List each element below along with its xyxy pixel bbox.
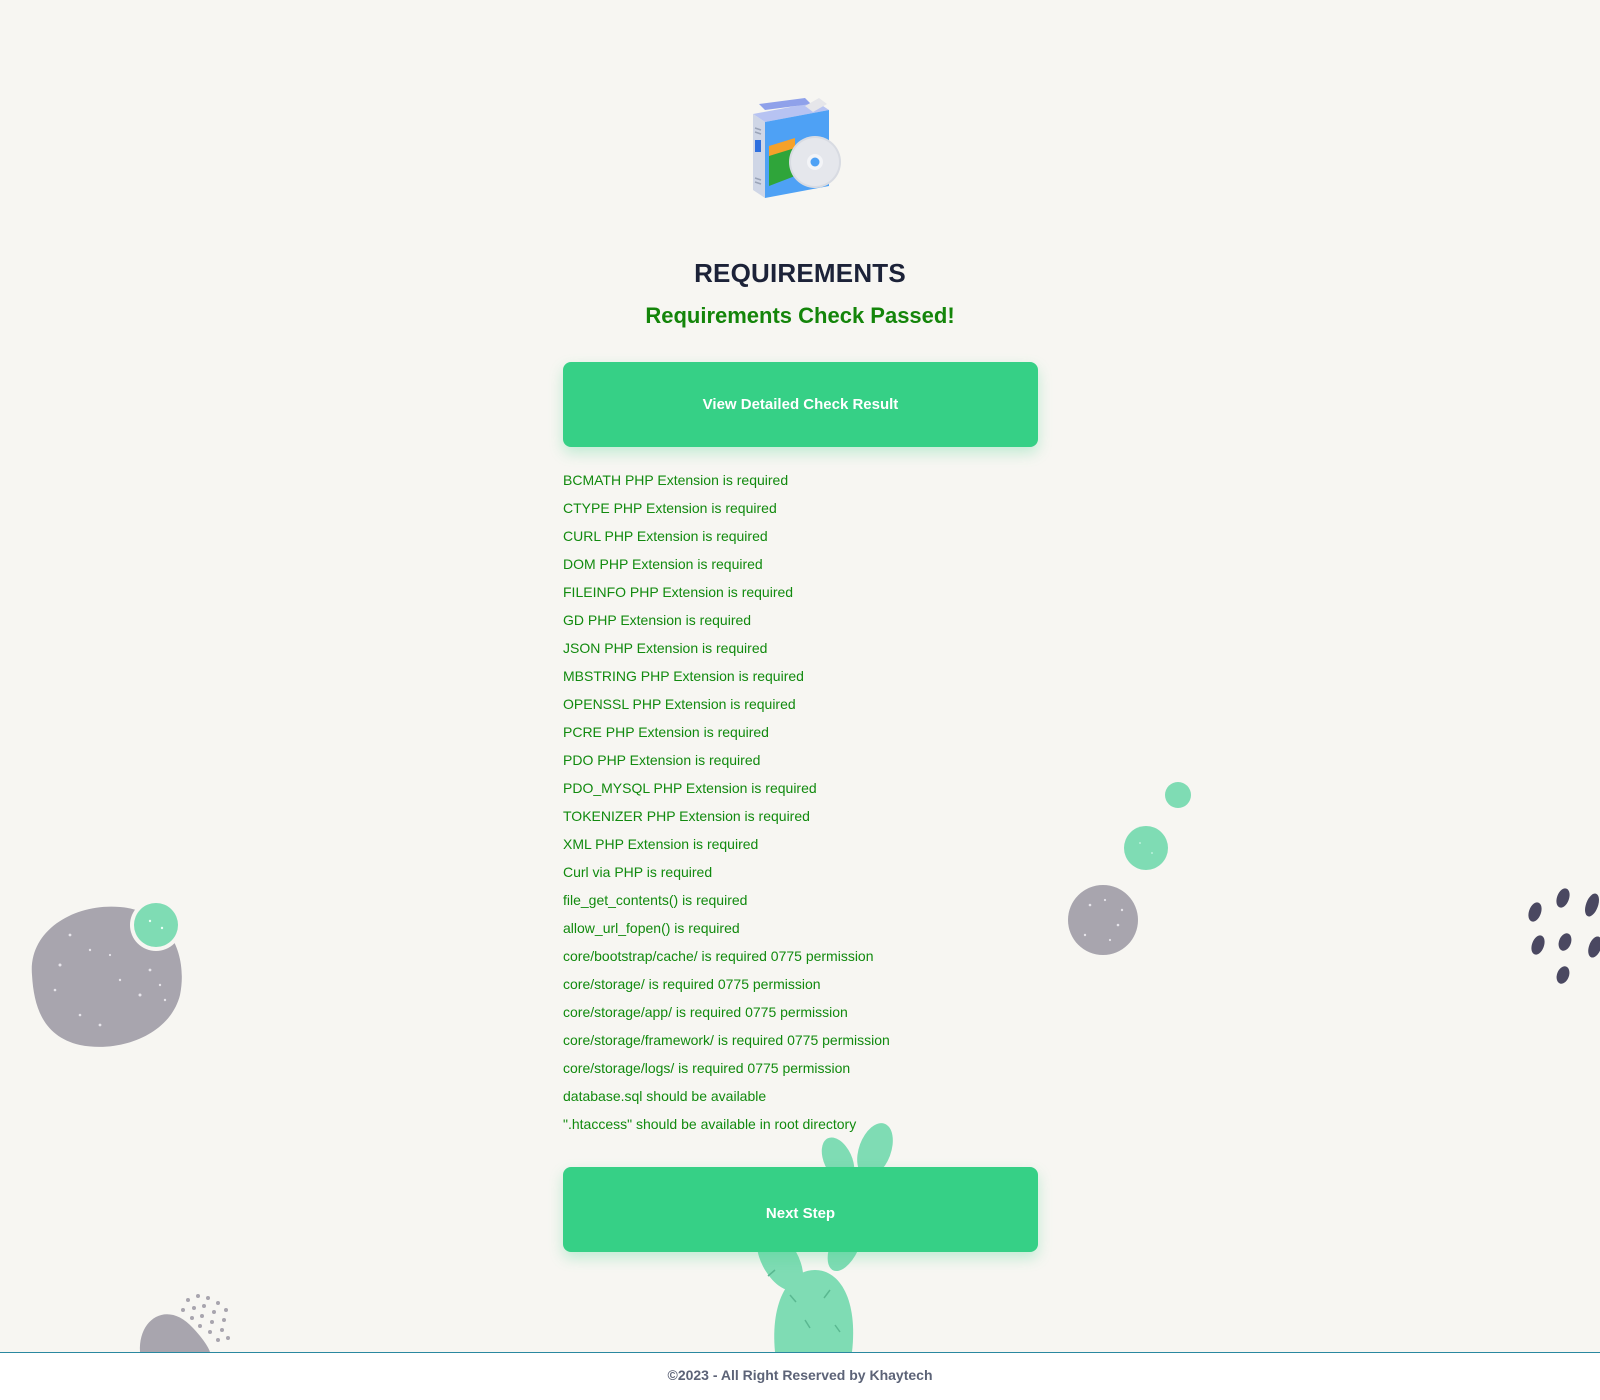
requirement-item: GD PHP Extension is required [563, 612, 752, 628]
requirement-item: TOKENIZER PHP Extension is required [563, 808, 810, 824]
footer: ©2023 - All Right Reserved by Khaytech [0, 1352, 1600, 1400]
requirement-item: PDO_MYSQL PHP Extension is required [563, 780, 817, 796]
requirement-item: XML PHP Extension is required [563, 836, 759, 852]
requirement-item: FILEINFO PHP Extension is required [563, 584, 794, 600]
requirement-item: database.sql should be available [563, 1088, 767, 1104]
next-step-label: Next Step [765, 1205, 836, 1222]
status-message: Requirements Check Passed! [645, 303, 955, 328]
requirement-item: CURL PHP Extension is required [563, 528, 768, 544]
requirement-item: MBSTRING PHP Extension is required [563, 668, 804, 684]
requirement-item: allow_url_fopen() is required [563, 920, 740, 936]
view-detailed-check-result-button[interactable]: View Detailed Check Result [563, 362, 1038, 447]
requirement-item: ".htaccess" should be available in root … [563, 1116, 857, 1132]
requirement-item: PCRE PHP Extension is required [563, 724, 769, 740]
decor-stone-bottom-left [139, 1294, 230, 1352]
requirement-item: CTYPE PHP Extension is required [563, 500, 777, 516]
requirements-list: BCMATH PHP Extension is required CTYPE PH… [563, 470, 1043, 1142]
requirement-item: JSON PHP Extension is required [563, 640, 768, 656]
requirement-item: core/storage/ is required 0775 permissio… [563, 976, 821, 992]
decor-stone-left [31, 899, 182, 1047]
next-step-button[interactable]: Next Step [563, 1167, 1038, 1252]
requirement-item: file_get_contents() is required [563, 892, 748, 908]
requirement-item: core/bootstrap/cache/ is required 0775 p… [563, 948, 874, 964]
requirement-item: core/storage/logs/ is required 0775 perm… [563, 1060, 851, 1076]
requirement-item: PDO PHP Extension is required [563, 752, 761, 768]
requirement-item: DOM PHP Extension is required [563, 556, 763, 572]
requirement-item: OPENSSL PHP Extension is required [563, 696, 796, 712]
software-box-icon [753, 98, 841, 198]
requirement-item: Curl via PHP is required [563, 864, 713, 880]
footer-copyright: ©2023 - All Right Reserved by Khaytech [667, 1367, 933, 1383]
requirement-item: BCMATH PHP Extension is required [563, 472, 789, 488]
decor-stone-right [1068, 782, 1191, 955]
requirement-item: core/storage/framework/ is required 0775… [563, 1032, 890, 1048]
page-title: REQUIREMENTS [694, 258, 906, 288]
requirement-item: core/storage/app/ is required 0775 permi… [563, 1004, 848, 1020]
decor-dots-right [1528, 888, 1600, 984]
